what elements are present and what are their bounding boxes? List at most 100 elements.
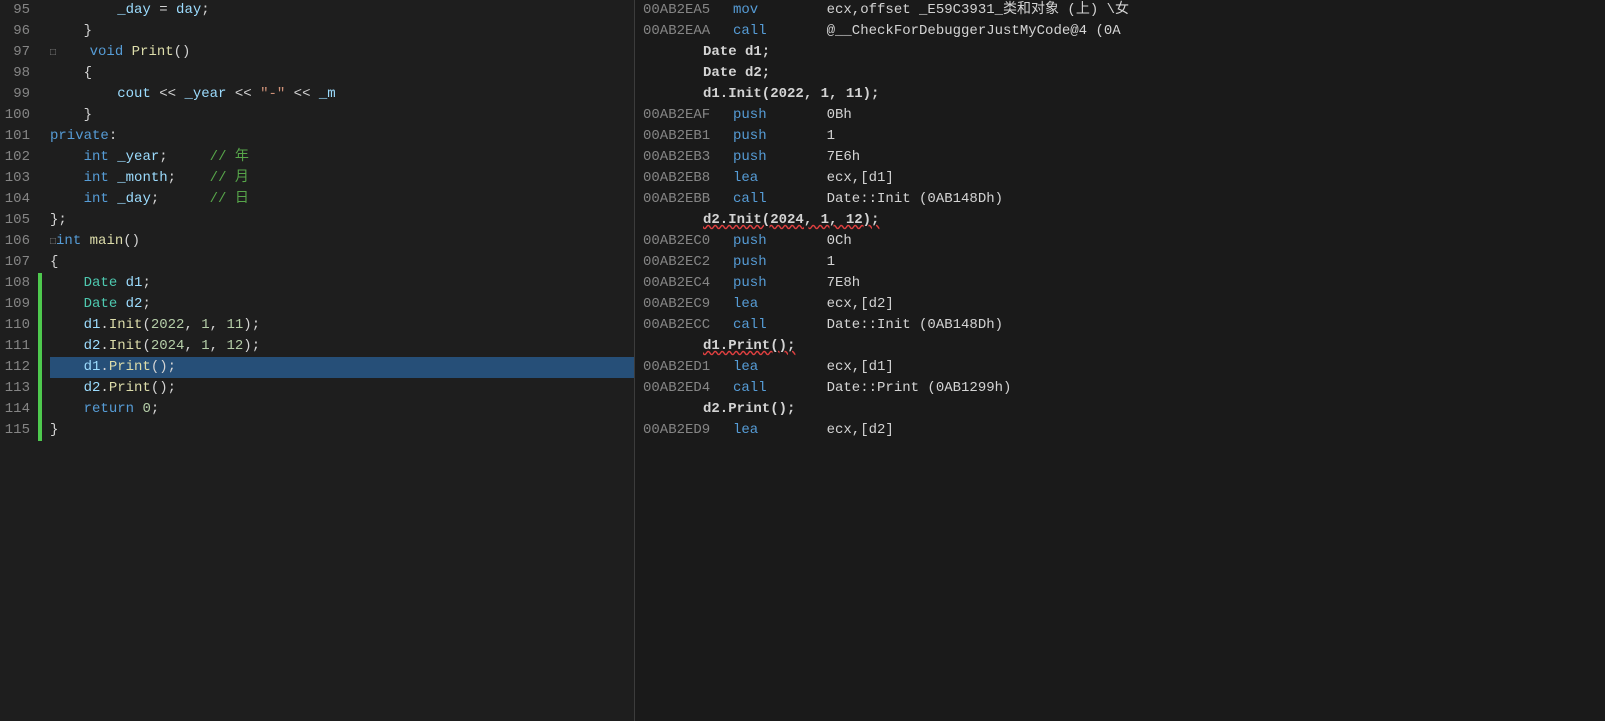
asm-operands: 1 xyxy=(793,126,835,147)
code-token: ); xyxy=(243,317,260,333)
asm-mnemonic: call xyxy=(733,315,793,336)
code-token xyxy=(81,233,89,249)
line-number: 101 xyxy=(0,126,30,147)
code-token xyxy=(50,170,84,186)
code-token: d1 xyxy=(126,275,143,291)
asm-operands: ecx,[d2] xyxy=(793,420,894,441)
asm-instruction-line: 00AB2EB1 push 1 xyxy=(643,126,1597,147)
asm-source-line: Date d2; xyxy=(643,63,1597,84)
asm-operands: ecx,[d2] xyxy=(793,294,894,315)
asm-instruction-line: 00AB2EB8 lea ecx,[d1] xyxy=(643,168,1597,189)
code-token: _year xyxy=(117,149,159,165)
asm-mnemonic: push xyxy=(733,126,793,147)
code-token: (); xyxy=(151,380,176,396)
code-line: Date d2; xyxy=(50,294,634,315)
code-token: . xyxy=(100,317,108,333)
asm-instruction-line: 00AB2EC0 push 0Ch xyxy=(643,231,1597,252)
code-token: ( xyxy=(142,317,150,333)
code-token: << xyxy=(226,86,260,102)
code-token: d2 xyxy=(126,296,143,312)
code-token xyxy=(50,296,84,312)
code-token xyxy=(117,275,125,291)
code-token: 12 xyxy=(226,338,243,354)
asm-address: 00AB2EC9 xyxy=(643,294,733,315)
code-token xyxy=(50,2,117,18)
code-token: Print xyxy=(109,359,151,375)
code-line: _day = day; xyxy=(50,0,634,21)
code-token: Print xyxy=(109,380,151,396)
code-token: // 日 xyxy=(210,191,249,207)
code-token: } xyxy=(50,23,92,39)
asm-mnemonic: mov xyxy=(733,0,793,21)
line-number: 100 xyxy=(0,105,30,126)
line-number: 99 xyxy=(0,84,30,105)
line-number: 95 xyxy=(0,0,30,21)
code-token: 2022 xyxy=(151,317,185,333)
code-token xyxy=(117,296,125,312)
asm-address: 00AB2EAA xyxy=(643,21,733,42)
asm-mnemonic: push xyxy=(733,231,793,252)
asm-operands: 0Ch xyxy=(793,231,852,252)
asm-source-line: d2.Init(2024, 1, 12); xyxy=(643,210,1597,231)
code-token: } xyxy=(50,422,58,438)
code-token: d1 xyxy=(84,359,101,375)
code-token: Init xyxy=(109,338,143,354)
code-token: ( xyxy=(142,338,150,354)
code-token: d2 xyxy=(84,380,101,396)
asm-operands: @__CheckForDebuggerJustMyCode@4 (0A xyxy=(793,21,1121,42)
code-line: } xyxy=(50,105,634,126)
asm-address: 00AB2ED4 xyxy=(643,378,733,399)
code-token: 1 xyxy=(201,338,209,354)
code-line: Date d1; xyxy=(50,273,634,294)
line-number: 103 xyxy=(0,168,30,189)
asm-address: 00AB2EB8 xyxy=(643,168,733,189)
code-token: { xyxy=(50,65,92,81)
source-code-text: Date d1; xyxy=(703,42,770,63)
code-token: _year xyxy=(184,86,226,102)
asm-operands: 7E8h xyxy=(793,273,860,294)
code-token: int xyxy=(84,191,109,207)
asm-instruction-line: 00AB2EB3 push 7E6h xyxy=(643,147,1597,168)
asm-instruction-line: 00AB2EAA call @__CheckForDebuggerJustMyC… xyxy=(643,21,1597,42)
line-number: 112 xyxy=(0,357,30,378)
code-token: Init xyxy=(109,317,143,333)
code-area[interactable]: _day = day; }□ void Print() { cout << _y… xyxy=(42,0,634,721)
asm-address: 00AB2EA5 xyxy=(643,0,733,21)
code-token: void xyxy=(90,44,124,60)
code-token: , xyxy=(184,338,201,354)
line-number: 96 xyxy=(0,21,30,42)
asm-instruction-line: 00AB2EC4 push 7E8h xyxy=(643,273,1597,294)
asm-mnemonic: call xyxy=(733,189,793,210)
code-token xyxy=(50,191,84,207)
asm-mnemonic: lea xyxy=(733,168,793,189)
code-token: "-" xyxy=(260,86,285,102)
code-token: . xyxy=(100,380,108,396)
code-line: { xyxy=(50,252,634,273)
code-line: d2.Init(2024, 1, 12); xyxy=(50,336,634,357)
code-token xyxy=(50,86,117,102)
code-line: { xyxy=(50,63,634,84)
code-token: () xyxy=(174,44,191,60)
code-token: int xyxy=(56,233,81,249)
code-token xyxy=(109,149,117,165)
asm-address: 00AB2EB3 xyxy=(643,147,733,168)
line-number: 110 xyxy=(0,315,30,336)
code-token: _month xyxy=(117,170,167,186)
asm-instruction-line: 00AB2EC2 push 1 xyxy=(643,252,1597,273)
code-token: , xyxy=(210,338,227,354)
code-token: _day xyxy=(117,2,151,18)
asm-mnemonic: lea xyxy=(733,420,793,441)
asm-address: 00AB2EAF xyxy=(643,105,733,126)
asm-address: 00AB2EB1 xyxy=(643,126,733,147)
code-line: private: xyxy=(50,126,634,147)
line-number: 111 xyxy=(0,336,30,357)
source-code-text: d2.Init(2024, 1, 12); xyxy=(703,210,879,231)
code-token: 11 xyxy=(226,317,243,333)
asm-mnemonic: push xyxy=(733,273,793,294)
code-token: day xyxy=(176,2,201,18)
code-token xyxy=(50,401,84,417)
code-token xyxy=(123,44,131,60)
code-line: } xyxy=(50,21,634,42)
asm-operands: Date::Init (0AB148Dh) xyxy=(793,189,1003,210)
code-token: int xyxy=(84,170,109,186)
